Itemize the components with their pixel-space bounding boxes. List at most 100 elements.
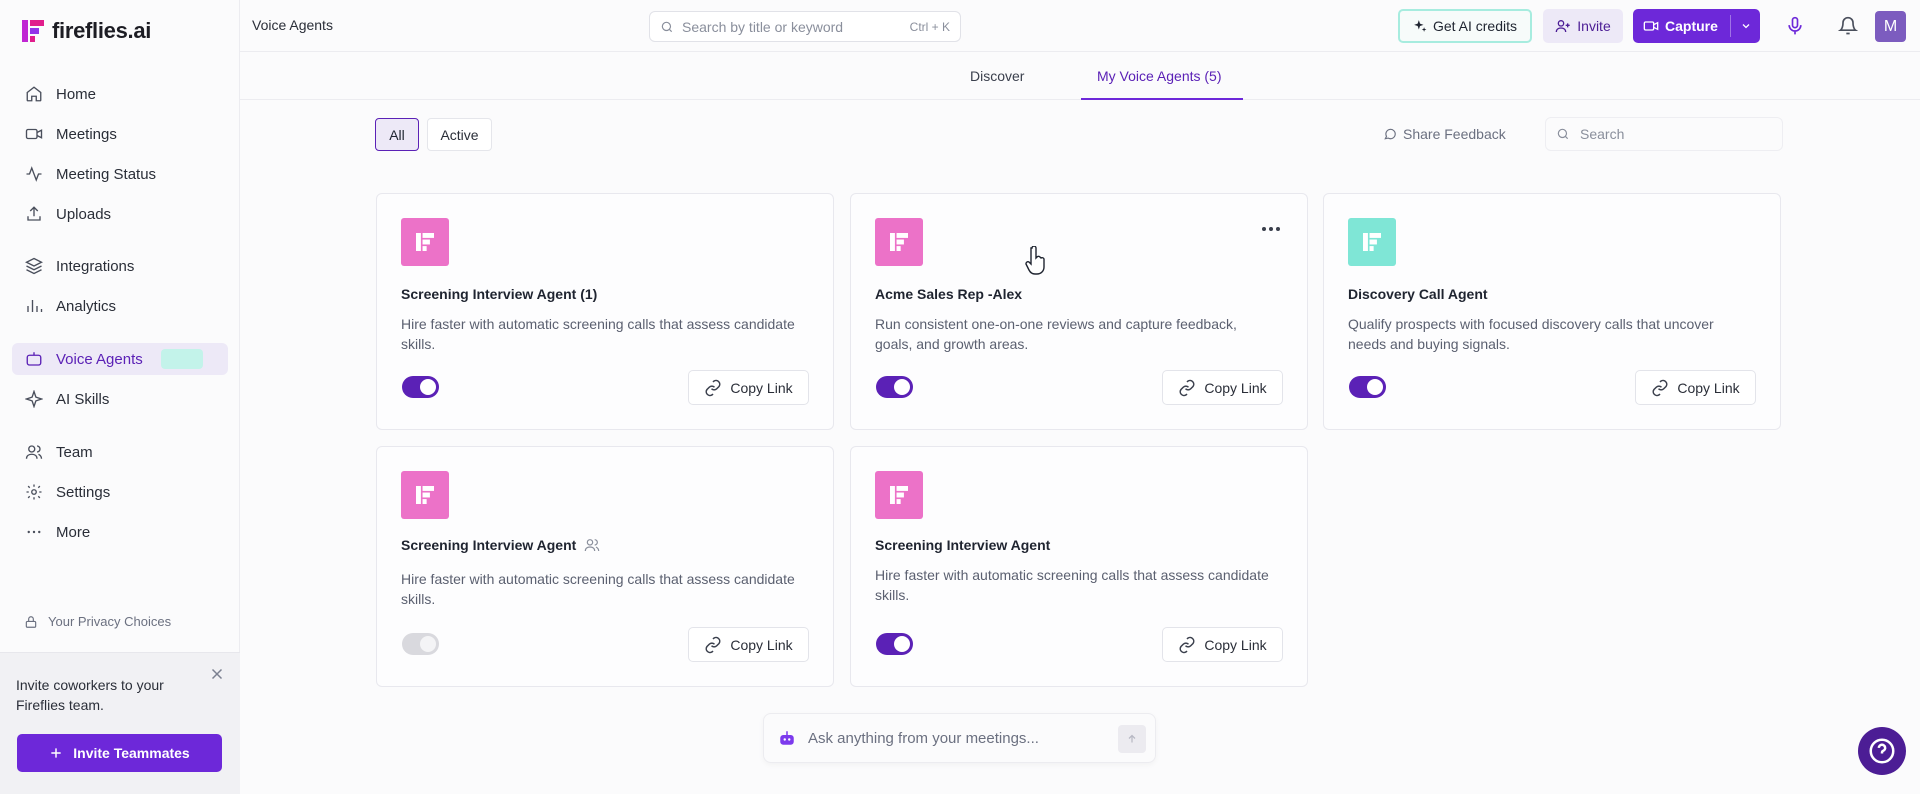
help-button[interactable] (1858, 727, 1906, 775)
sidebar-item-label: Meeting Status (56, 165, 157, 183)
sidebar-item-label: Analytics (56, 297, 117, 315)
agent-description: Hire faster with automatic screening cal… (875, 567, 1269, 603)
bell-icon[interactable] (1838, 16, 1858, 36)
lock-icon (25, 615, 37, 628)
sidebar-item-label: Uploads (56, 205, 112, 223)
more-options-icon[interactable] (1259, 224, 1283, 234)
fireflies-mark-icon (890, 233, 908, 251)
microphone-icon[interactable] (1785, 16, 1805, 36)
agent-tabs: Discover My Voice Agents (5) (240, 52, 1920, 100)
agent-name: Screening Interview Agent (875, 537, 1051, 553)
fireflies-mark-icon (1363, 233, 1381, 251)
agent-toggle[interactable] (402, 376, 439, 398)
agent-toggle[interactable] (876, 633, 913, 655)
sidebar-item-uploads[interactable]: Uploads (12, 198, 228, 230)
sidebar-item-integrations[interactable]: Integrations (12, 250, 228, 282)
capture-label: Capture (1665, 18, 1718, 34)
link-icon (705, 379, 721, 396)
copy-link-button[interactable]: Copy Link (1635, 370, 1756, 405)
copy-link-button[interactable]: Copy Link (1162, 627, 1283, 662)
agent-description: Qualify prospects with focused discovery… (1348, 316, 1714, 352)
agent-tile (401, 218, 449, 266)
upload-icon (24, 204, 44, 224)
sidebar-item-voice-agents[interactable]: Voice Agents (12, 343, 228, 375)
sidebar-item-label: Meetings (56, 125, 117, 143)
copy-link-button[interactable]: Copy Link (1162, 370, 1283, 405)
sidebar-item-more[interactable]: More (12, 516, 228, 548)
agent-toggle[interactable] (1349, 376, 1386, 398)
home-icon (24, 84, 44, 104)
invite-panel: Invite coworkers to your Fireflies team. (0, 652, 240, 794)
sidebar-item-label: More (56, 523, 91, 541)
activity-icon (24, 164, 44, 184)
capture-dropdown[interactable] (1731, 20, 1760, 32)
filter-active[interactable]: Active (427, 118, 492, 151)
copy-link-label: Copy Link (1677, 379, 1740, 396)
agent-card[interactable]: Screening Interview Agent (1) Hire faste… (376, 193, 834, 430)
agent-card[interactable]: Acme Sales Rep -Alex Run consistent one-… (850, 193, 1308, 430)
agent-card[interactable]: Discovery Call Agent Qualify prospects w… (1323, 193, 1781, 430)
get-ai-credits-button[interactable]: Get AI credits (1398, 9, 1532, 43)
sidebar-item-team[interactable]: Team (12, 436, 228, 468)
invite-teammates-button[interactable]: Invite Teammates (17, 734, 222, 772)
close-icon[interactable] (208, 665, 226, 683)
agent-name-row: Screening Interview Agent (401, 537, 600, 553)
invite-button[interactable]: Invite (1543, 9, 1623, 43)
page-title: Voice Agents (252, 17, 333, 33)
agent-name: Discovery Call Agent (1348, 286, 1488, 302)
plus-icon (51, 748, 61, 758)
global-search-input[interactable]: Search by title or keyword Ctrl + K (649, 11, 961, 42)
sidebar-item-label: Home (56, 85, 97, 103)
sidebar-item-meetings[interactable]: Meetings (12, 118, 228, 150)
agent-toggle[interactable] (876, 376, 913, 398)
bot-icon (24, 349, 44, 369)
capture-button[interactable]: Capture (1633, 9, 1760, 43)
agent-description: Hire faster with automatic screening cal… (401, 571, 795, 607)
sidebar-item-settings[interactable]: Settings (12, 476, 228, 508)
app-logo[interactable]: fireflies.ai (22, 18, 151, 44)
tab-discover[interactable]: Discover (970, 68, 1024, 84)
fireflies-mark-icon (416, 233, 434, 251)
invite-message: Invite coworkers to your Fireflies team. (16, 677, 164, 713)
toggle-knob (894, 379, 910, 395)
agent-toggle[interactable] (402, 633, 439, 655)
search-shortcut: Ctrl + K (909, 19, 950, 34)
toggle-knob (420, 379, 436, 395)
sidebar-item-label: AI Skills (56, 390, 110, 408)
send-button[interactable] (1118, 725, 1146, 753)
chevron-down-icon (1742, 24, 1749, 29)
new-badge (160, 349, 203, 369)
copy-link-label: Copy Link (1204, 379, 1267, 396)
user-plus-icon (1555, 20, 1570, 33)
sidebar-item-analytics[interactable]: Analytics (12, 290, 228, 322)
agent-card[interactable]: Screening Interview Agent Hire faster wi… (850, 446, 1308, 687)
privacy-label: Your Privacy Choices (48, 614, 172, 629)
agent-tile (1348, 218, 1396, 266)
sparkle-icon (24, 389, 44, 409)
tab-my-voice-agents[interactable]: My Voice Agents (5) (1097, 68, 1222, 84)
agents-search-input[interactable]: Search (1545, 117, 1783, 151)
copy-link-button[interactable]: Copy Link (688, 370, 809, 405)
copy-link-label: Copy Link (730, 379, 793, 396)
fireflies-logo-icon (22, 20, 44, 42)
copy-link-button[interactable]: Copy Link (688, 627, 809, 662)
avatar[interactable]: M (1875, 11, 1906, 42)
link-icon (1652, 379, 1668, 396)
share-feedback-link[interactable]: Share Feedback (1383, 126, 1506, 142)
sidebar-item-label: Settings (56, 483, 111, 501)
sidebar-item-home[interactable]: Home (12, 78, 228, 110)
toggle-knob (420, 636, 436, 652)
agent-card[interactable]: Screening Interview Agent Hire faster wi… (376, 446, 834, 687)
filter-all[interactable]: All (375, 118, 419, 151)
agent-name: Screening Interview Agent (1) (401, 286, 598, 302)
agent-description: Hire faster with automatic screening cal… (401, 316, 795, 352)
link-icon (1179, 379, 1195, 396)
privacy-choices-link[interactable]: Your Privacy Choices (24, 614, 171, 629)
ask-meetings-input[interactable]: Ask anything from your meetings... (763, 713, 1156, 763)
invite-label: Invite (1577, 18, 1611, 34)
sidebar: fireflies.ai Home Meetings Meeting Statu… (0, 0, 240, 794)
sidebar-item-meeting-status[interactable]: Meeting Status (12, 158, 228, 190)
capture-main[interactable]: Capture (1633, 18, 1730, 34)
feedback-label: Share Feedback (1403, 126, 1506, 142)
sidebar-item-ai-skills[interactable]: AI Skills (12, 383, 228, 415)
